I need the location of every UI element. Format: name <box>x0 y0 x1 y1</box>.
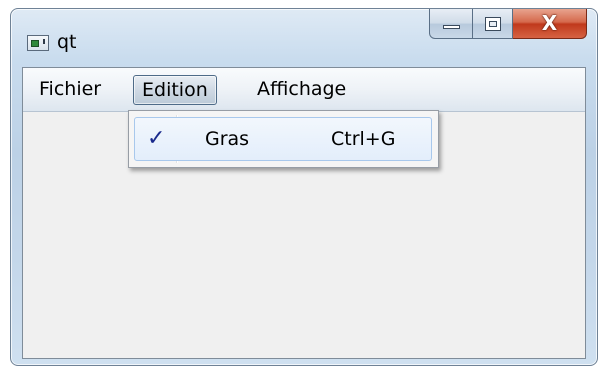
app-window: qt X Fichier Edition Affichage <box>10 8 598 366</box>
caption-buttons: X <box>429 9 587 43</box>
minimize-icon <box>443 25 460 29</box>
menu-edition[interactable]: Edition <box>133 75 217 105</box>
close-icon: X <box>541 11 558 35</box>
menu-affichage[interactable]: Affichage <box>249 75 354 105</box>
edition-dropdown-menu: ✓ Gras Ctrl+G <box>128 110 439 168</box>
menu-fichier[interactable]: Fichier <box>31 75 109 105</box>
maximize-icon <box>485 17 501 31</box>
app-icon-image <box>31 40 39 47</box>
window-title: qt <box>57 31 77 53</box>
qt-app-icon[interactable] <box>27 35 49 51</box>
app-icon-mark <box>43 39 45 44</box>
menu-bar: Fichier Edition Affichage <box>23 68 585 112</box>
menu-item-gras[interactable]: ✓ Gras Ctrl+G <box>134 117 432 161</box>
checkmark-icon: ✓ <box>147 126 166 151</box>
close-button[interactable]: X <box>513 9 587 39</box>
title-bar[interactable]: qt X <box>11 9 597 65</box>
menu-item-shortcut: Ctrl+G <box>331 128 396 150</box>
maximize-button[interactable] <box>473 9 513 39</box>
menu-item-label: Gras <box>205 128 250 150</box>
minimize-button[interactable] <box>429 9 473 39</box>
maximize-icon-inner <box>489 21 497 27</box>
